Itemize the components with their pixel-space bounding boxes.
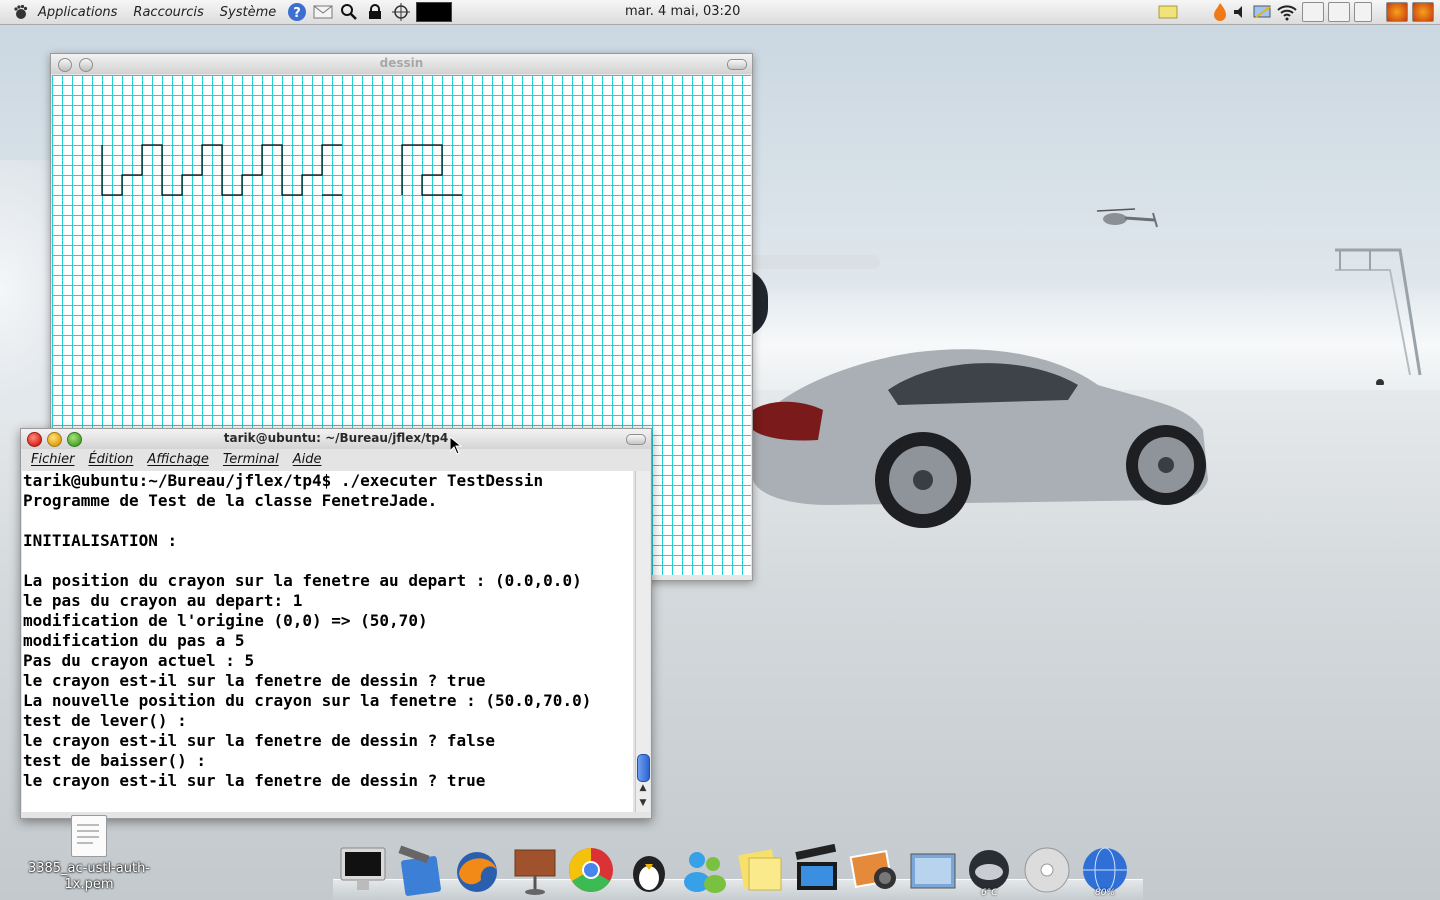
terminal-scrollbar[interactable]: ▲ ▼ xyxy=(635,471,650,812)
firefox-icon[interactable] xyxy=(451,844,503,896)
terminal-output[interactable]: tarik@ubuntu:~/Bureau/jflex/tp4$ ./execu… xyxy=(22,471,633,812)
terminal-line: modification de l'origine (0,0) => (50,7… xyxy=(23,611,428,630)
mouse-cursor-icon xyxy=(450,437,462,455)
document-icon xyxy=(71,815,107,857)
terminal-line: le crayon est-il sur la fenetre de dessi… xyxy=(23,771,486,790)
dock: 6°C 80% xyxy=(333,840,1143,900)
firefox-icon[interactable] xyxy=(1386,2,1408,22)
window-title: dessin xyxy=(379,56,424,70)
top-panel: Applications Raccourcis Système ? mar. 4… xyxy=(0,0,1440,25)
terminal-line: le crayon est-il sur la fenetre de dessi… xyxy=(23,671,486,690)
panel-clock[interactable]: mar. 4 mai, 03:20 xyxy=(625,4,740,19)
terminal-line: le crayon est-il sur la fenetre de dessi… xyxy=(23,731,496,750)
search-icon[interactable] xyxy=(338,1,360,23)
crosshair-icon[interactable] xyxy=(390,1,412,23)
terminal-line: La position du crayon sur la fenetre au … xyxy=(23,571,582,590)
gnome-foot-icon[interactable] xyxy=(12,4,28,20)
menu-systeme[interactable]: Système xyxy=(212,5,284,20)
network-icon[interactable] xyxy=(1252,3,1272,21)
monitor-icon[interactable] xyxy=(416,1,453,23)
terminal-line: modification du pas a 5 xyxy=(23,631,245,650)
terminal-line: Pas du crayon actuel : 5 xyxy=(23,651,255,670)
terminal-line: Programme de Test de la classe FenetreJa… xyxy=(23,491,438,510)
mail-icon[interactable] xyxy=(312,1,334,23)
notes-icon[interactable] xyxy=(1158,4,1178,20)
network-percent: 80% xyxy=(1095,888,1116,898)
desktop-file[interactable]: 3385_ac-ustl-auth-1x.pem xyxy=(20,815,158,893)
terminal-line: le pas du crayon au depart: 1 xyxy=(23,591,303,610)
weather-temperature: 6°C xyxy=(981,888,998,898)
menu-aide[interactable]: Aide xyxy=(287,452,330,467)
firefox-icon[interactable] xyxy=(1412,2,1434,22)
clapper-icon[interactable] xyxy=(791,844,843,896)
helicopter-icon xyxy=(1096,208,1158,228)
stickies-icon[interactable] xyxy=(735,844,787,896)
system-tray xyxy=(1158,1,1434,23)
svg-text:?: ? xyxy=(294,6,302,21)
scroll-down-icon[interactable]: ▼ xyxy=(636,798,650,808)
drawn-motif xyxy=(401,144,462,196)
boarding-stairs xyxy=(1335,248,1422,385)
menu-terminal[interactable]: Terminal xyxy=(217,452,287,467)
lock-icon[interactable] xyxy=(364,1,386,23)
iphoto-icon[interactable] xyxy=(849,844,901,896)
maximize-button[interactable] xyxy=(626,434,646,445)
flame-icon[interactable] xyxy=(1212,2,1228,22)
volume-icon[interactable] xyxy=(1232,4,1248,20)
terminal-window: tarik@ubuntu: ~/Bureau/jflex/tp4 Fichier… xyxy=(20,428,652,819)
terminal-line: La nouvelle position du crayon sur la fe… xyxy=(23,691,592,710)
pidgin-icon[interactable] xyxy=(623,844,675,896)
terminal-line: INITIALISATION : xyxy=(23,531,178,550)
terminal-line: test de lever() : xyxy=(23,711,187,730)
scroll-up-icon[interactable]: ▲ xyxy=(636,783,650,793)
dvd-icon[interactable] xyxy=(1021,844,1073,896)
xcode-icon[interactable] xyxy=(393,844,445,896)
terminal-line: tarik@ubuntu:~/Bureau/jflex/tp4$ ./execu… xyxy=(23,471,544,490)
menu-edition[interactable]: Édition xyxy=(82,452,141,467)
chrome-icon[interactable] xyxy=(565,844,617,896)
terminal-menubar: Fichier Édition Affichage Terminal Aide xyxy=(21,449,651,470)
menu-affichage[interactable]: Affichage xyxy=(141,452,217,467)
keynote-icon[interactable] xyxy=(509,844,561,896)
desktop-file-label: 3385_ac-ustl-auth-1x.pem xyxy=(27,861,151,892)
terminal-line: test de baisser() : xyxy=(23,751,207,770)
imac-icon[interactable] xyxy=(337,844,389,896)
maximize-button[interactable] xyxy=(727,59,747,70)
drawn-motif xyxy=(101,144,342,196)
window-list-icon[interactable] xyxy=(1328,2,1350,22)
window-title: tarik@ubuntu: ~/Bureau/jflex/tp4 xyxy=(223,431,449,445)
wifi-icon[interactable] xyxy=(1276,3,1298,21)
window-list-icon[interactable] xyxy=(1302,2,1324,22)
menu-fichier[interactable]: Fichier xyxy=(25,452,82,467)
scrollbar-thumb[interactable] xyxy=(637,754,650,782)
background-airplane-wing xyxy=(740,255,880,269)
preview-icon[interactable] xyxy=(907,844,959,896)
menu-raccourcis[interactable]: Raccourcis xyxy=(125,5,211,20)
restore-icon[interactable] xyxy=(1354,2,1372,22)
help-icon[interactable]: ? xyxy=(286,1,308,23)
car-illustration xyxy=(753,349,1208,528)
terminal-titlebar[interactable]: tarik@ubuntu: ~/Bureau/jflex/tp4 xyxy=(21,429,651,449)
messenger-icon[interactable] xyxy=(679,844,731,896)
dessin-titlebar[interactable]: dessin xyxy=(51,54,752,74)
menu-applications[interactable]: Applications xyxy=(30,5,125,20)
